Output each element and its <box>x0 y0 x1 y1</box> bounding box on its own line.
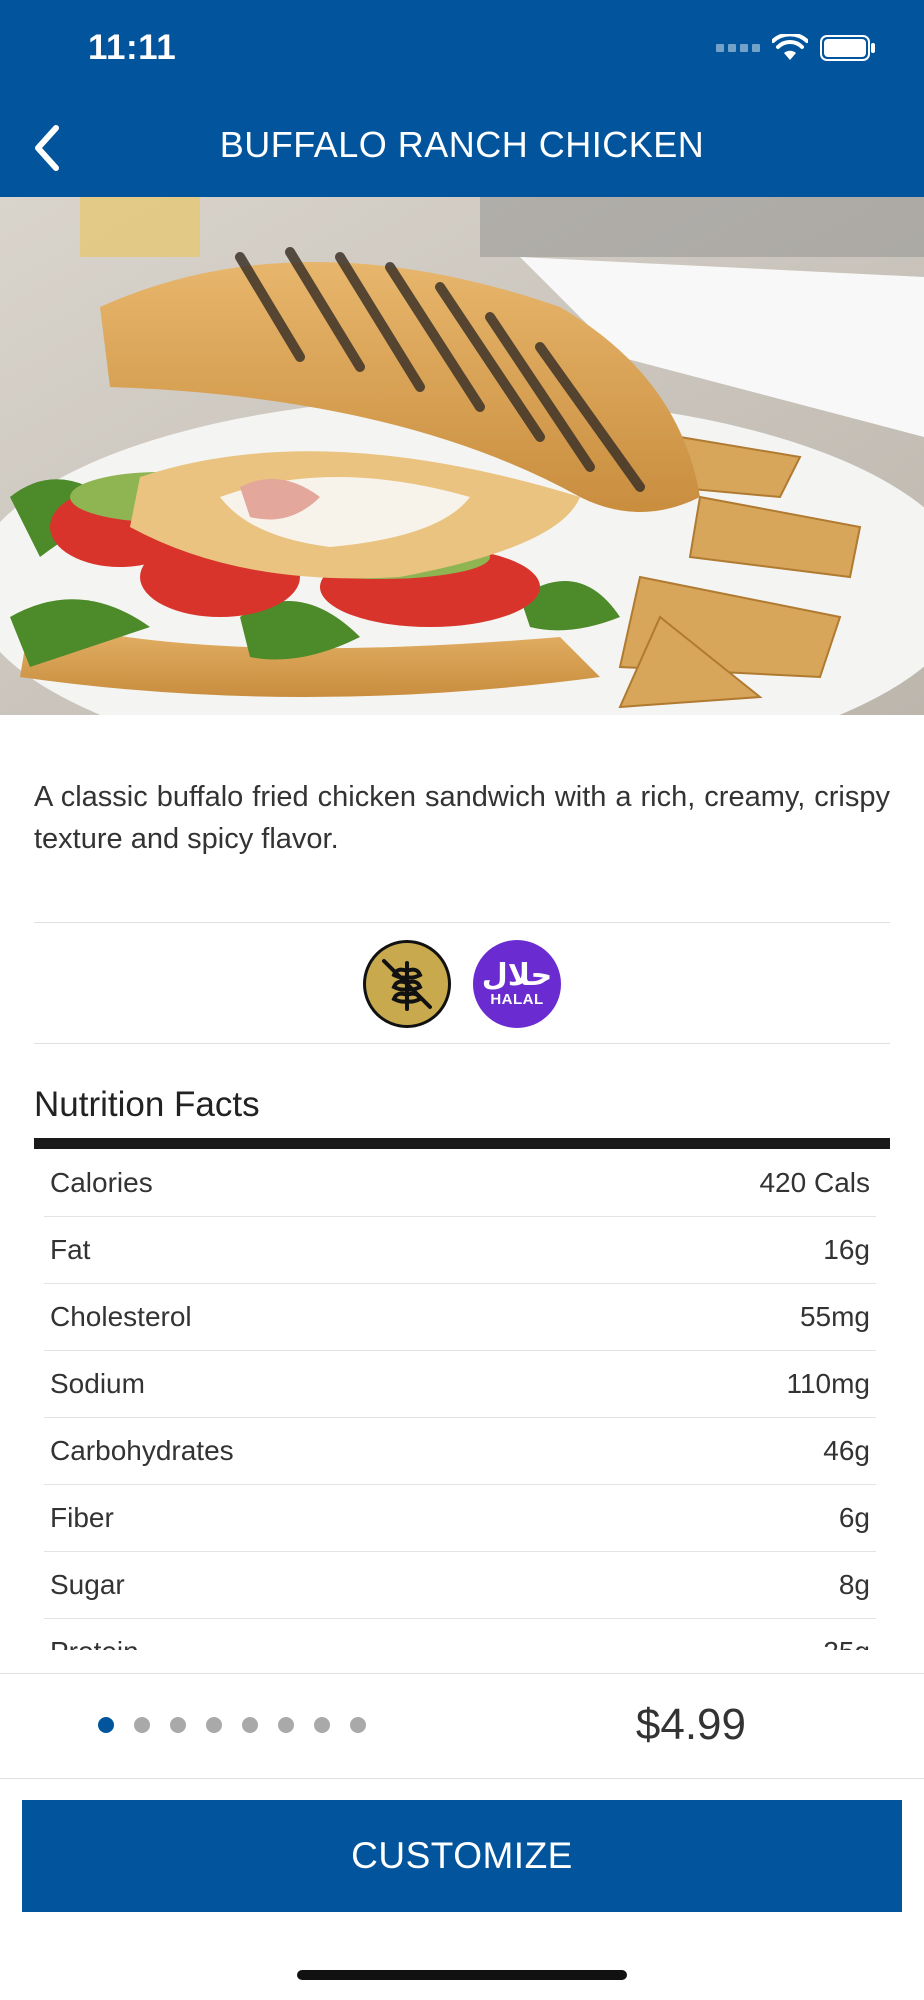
wheat-crossed-icon <box>382 959 432 1011</box>
nutrition-row-sugar: Sugar 8g <box>44 1552 876 1619</box>
page-title: BUFFALO RANCH CHICKEN <box>219 124 705 165</box>
customize-button[interactable]: CUSTOMIZE <box>22 1800 902 1912</box>
nutrition-value: 55mg <box>799 1301 870 1332</box>
nutrition-value: 46g <box>823 1435 870 1466</box>
nutrition-value: 8g <box>838 1569 870 1600</box>
gluten-free-icon <box>363 940 451 1028</box>
signal-icon <box>716 44 760 52</box>
wifi-icon <box>772 34 808 60</box>
nutrition-row-carbohydrates: Carbohydrates 46g <box>44 1418 876 1485</box>
page-dot[interactable] <box>206 1717 222 1733</box>
page-dot[interactable] <box>350 1717 366 1733</box>
nutrition-value: 420 Cals <box>759 1167 870 1198</box>
product-image <box>0 197 924 715</box>
nutrition-label: Sugar <box>50 1569 125 1600</box>
app-header: 11:11 BUFFALO RANCH CHICKEN <box>0 0 924 197</box>
nutrition-row-cholesterol: Cholesterol 55mg <box>44 1284 876 1351</box>
nutrition-label: Sodium <box>50 1368 145 1399</box>
divider <box>34 1043 890 1044</box>
dietary-badges: حلال HALAL <box>0 940 924 1028</box>
nutrition-facts-rule <box>34 1138 890 1149</box>
price: $4.99 <box>635 1700 746 1749</box>
halal-icon: حلال HALAL <box>473 940 561 1028</box>
page-indicator[interactable] <box>98 1717 366 1733</box>
nutrition-label: Protein <box>50 1636 139 1650</box>
nutrition-facts-list[interactable]: Calories 420 Cals Fat 16g Cholesterol 55… <box>44 1150 876 1650</box>
page-dot[interactable] <box>278 1717 294 1733</box>
divider <box>0 1673 924 1674</box>
nutrition-value: 25g <box>823 1636 870 1650</box>
nutrition-row-fat: Fat 16g <box>44 1217 876 1284</box>
nutrition-label: Cholesterol <box>50 1301 192 1332</box>
nutrition-label: Calories <box>50 1167 153 1198</box>
page-dot[interactable] <box>134 1717 150 1733</box>
nutrition-label: Carbohydrates <box>50 1435 234 1466</box>
nutrition-row-protein: Protein 25g <box>44 1619 876 1650</box>
nutrition-row-fiber: Fiber 6g <box>44 1485 876 1552</box>
nutrition-value: 6g <box>838 1502 870 1533</box>
nutrition-row-sodium: Sodium 110mg <box>44 1351 876 1418</box>
nutrition-label: Fat <box>50 1234 91 1265</box>
product-description: A classic buffalo fried chicken sandwich… <box>34 781 890 855</box>
halal-arabic-text: حلال <box>481 957 553 993</box>
status-time: 11:11 <box>88 28 177 67</box>
nutrition-facts-title: Nutrition Facts <box>34 1085 260 1124</box>
nutrition-value: 16g <box>823 1234 870 1265</box>
home-indicator[interactable] <box>297 1970 627 1980</box>
divider <box>34 922 890 923</box>
page-dot-active[interactable] <box>98 1717 114 1733</box>
page-dot[interactable] <box>314 1717 330 1733</box>
status-icons <box>716 34 876 62</box>
halal-label: HALAL <box>490 990 544 1008</box>
nutrition-label: Fiber <box>50 1502 114 1533</box>
sandwich-image <box>0 197 924 715</box>
divider <box>0 1778 924 1779</box>
nutrition-value: 110mg <box>786 1368 870 1399</box>
battery-icon <box>820 35 875 61</box>
page-dot[interactable] <box>170 1717 186 1733</box>
nutrition-row-calories: Calories 420 Cals <box>44 1150 876 1217</box>
page-dot[interactable] <box>242 1717 258 1733</box>
